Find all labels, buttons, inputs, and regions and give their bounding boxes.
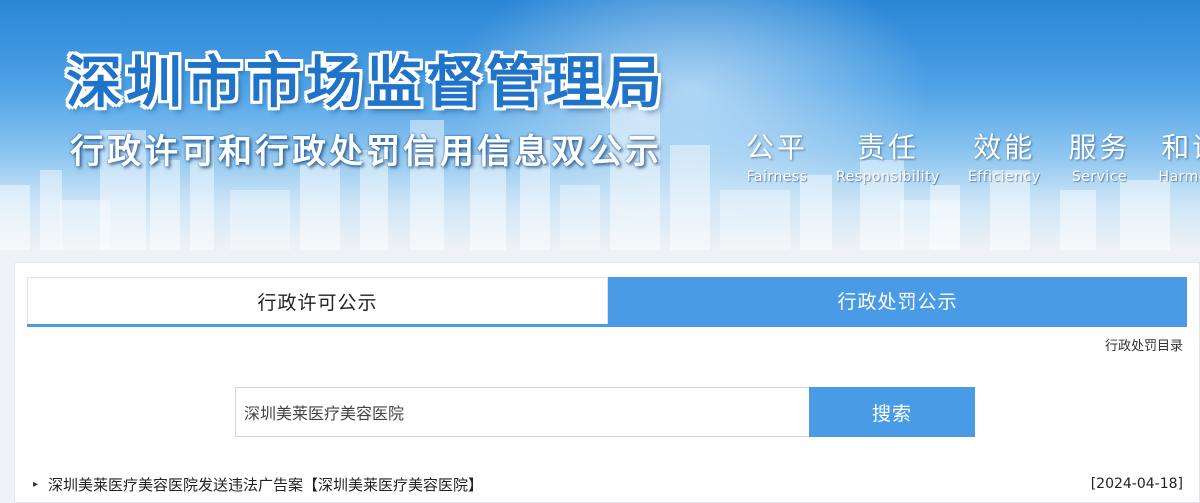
- values-slogan: 公平 Fairness 责任 Responsibility 效能 Efficie…: [746, 126, 1200, 185]
- search-button[interactable]: 搜索: [809, 387, 975, 437]
- tab-administrative-penalty[interactable]: 行政处罚公示: [608, 277, 1187, 324]
- value-cn: 效能: [973, 131, 1036, 164]
- value-cn: 公平: [746, 131, 809, 164]
- banner-subtitle: 行政许可和行政处罚信用信息双公示: [70, 132, 662, 172]
- value-cn: 和谐: [1161, 131, 1200, 164]
- value-en: Responsibility: [836, 169, 940, 185]
- value-en: Fairness: [746, 169, 808, 185]
- search-bar: 搜索: [235, 387, 975, 437]
- tab-bar: 行政许可公示 行政处罚公示: [27, 277, 1187, 327]
- main-panel: 行政许可公示 行政处罚公示 行政处罚目录 搜索 ▸ 深圳美莱医疗美容医院发送违法…: [14, 262, 1200, 503]
- result-title-link[interactable]: 深圳美莱医疗美容医院发送违法广告案【深圳美莱医疗美容医院】: [48, 474, 483, 495]
- result-date: [2024-04-18]: [1090, 476, 1183, 492]
- search-input[interactable]: [235, 387, 809, 437]
- banner-title: 深圳市市场监督管理局: [66, 51, 666, 116]
- header-banner: 深圳市市场监督管理局 行政许可和行政处罚信用信息双公示 公平 Fairness …: [0, 0, 1200, 250]
- value-fairness: 公平 Fairness: [746, 126, 808, 185]
- value-cn: 服务: [1068, 131, 1131, 164]
- tab-administrative-license[interactable]: 行政许可公示: [27, 277, 608, 324]
- value-cn: 责任: [856, 131, 919, 164]
- value-en: Service: [1071, 169, 1128, 185]
- caret-right-icon: ▸: [33, 478, 39, 490]
- value-service: 服务 Service: [1069, 126, 1131, 185]
- penalty-directory-link[interactable]: 行政处罚目录: [1105, 335, 1183, 354]
- value-en: Harmony: [1158, 169, 1200, 185]
- value-en: Efficiency: [967, 169, 1041, 185]
- list-item: ▸ 深圳美莱医疗美容医院发送违法广告案【深圳美莱医疗美容医院】 [2024-04…: [33, 471, 1183, 497]
- value-efficiency: 效能 Efficiency: [968, 126, 1041, 185]
- value-harmony: 和谐 Harmony: [1159, 126, 1200, 185]
- value-responsibility: 责任 Responsibility: [836, 126, 940, 185]
